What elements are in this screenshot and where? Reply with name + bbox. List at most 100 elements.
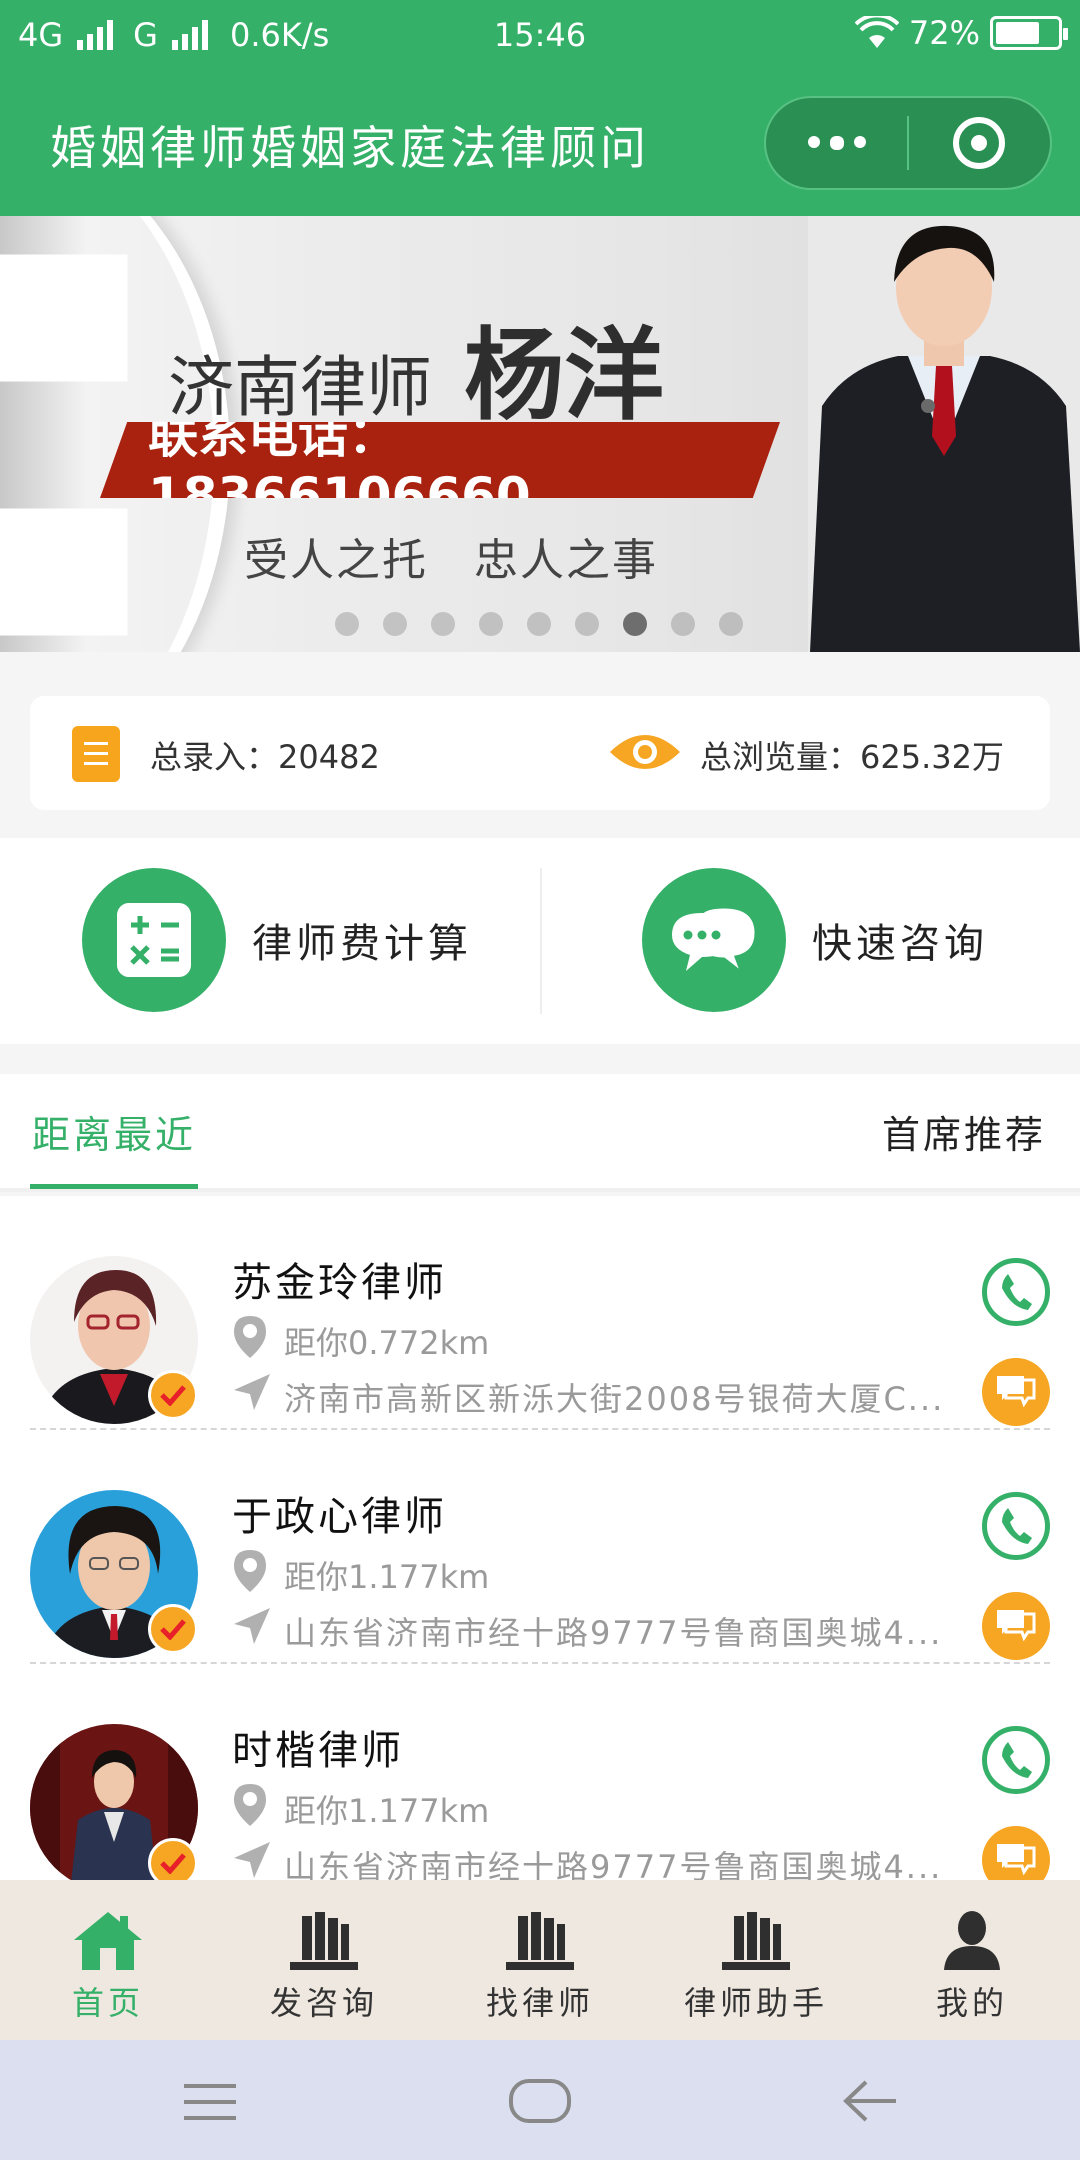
- back-icon[interactable]: [842, 2078, 898, 2124]
- user-icon: [944, 1911, 1000, 1970]
- battery-fill: [996, 22, 1040, 44]
- navigation-arrow-icon: [234, 1374, 270, 1410]
- nav-assistant[interactable]: 律师助手: [648, 1880, 864, 2040]
- lawyer-name: 苏金玲律师: [232, 1260, 447, 1306]
- nav-home-label: 首页: [71, 1984, 144, 2022]
- stats-card: 总录入：20482 总浏览量：625.32万: [30, 696, 1050, 810]
- lawyer-distance: 距你0.772km: [284, 1324, 490, 1362]
- banner-phone: 联系电话：18366106660: [100, 422, 780, 498]
- wifi-icon: [854, 16, 899, 48]
- lawyer-card[interactable]: 苏金玲律师 距你0.772km 济南市高新区新泺大街2008号银荷大厦C...: [0, 1196, 1080, 1430]
- chat-icon: [997, 1844, 1036, 1876]
- chat-icon: [997, 1376, 1036, 1408]
- lawyer-card[interactable]: 时楷律师 距你1.177km 山东省济南市经十路9777号鲁商国奥城4...: [0, 1664, 1080, 1880]
- nav-home[interactable]: 首页: [0, 1880, 216, 2040]
- lawyer-name: 时楷律师: [232, 1728, 404, 1774]
- phone-icon: [1002, 1508, 1032, 1544]
- banner-dot[interactable]: [719, 612, 743, 636]
- call-button[interactable]: [982, 1492, 1050, 1560]
- verified-badge-icon: [148, 1604, 198, 1654]
- call-button[interactable]: [982, 1258, 1050, 1326]
- page-title: 婚姻律师婚姻家庭法律顾问: [50, 121, 650, 175]
- verified-badge-icon: [148, 1838, 198, 1880]
- quick-consult-label: 快速咨询: [812, 921, 988, 967]
- nav-consult[interactable]: 发咨询: [216, 1880, 432, 2040]
- tab-indicator: [30, 1184, 198, 1189]
- message-button[interactable]: [982, 1826, 1050, 1880]
- banner-dot[interactable]: [335, 612, 359, 636]
- nav-consult-label: 发咨询: [269, 1984, 378, 2022]
- bottom-tab-bar: 首页 发咨询 找律师 律师助手 我的: [0, 1880, 1080, 2040]
- calculator-icon: [82, 868, 226, 1012]
- quick-actions-divider: [540, 868, 542, 1014]
- nav-assistant-label: 律师助手: [683, 1984, 828, 2022]
- close-miniapp-button[interactable]: [909, 98, 1050, 188]
- navigation-arrow-icon: [234, 1842, 270, 1878]
- navigation-arrow-icon: [234, 1608, 270, 1644]
- location-pin-icon: [234, 1316, 266, 1358]
- lawyer-distance: 距你1.177km: [284, 1792, 490, 1830]
- banner-dot[interactable]: [431, 612, 455, 636]
- books-icon: [290, 1912, 358, 1970]
- banner-pagination[interactable]: [335, 612, 743, 636]
- lawyer-portrait: [808, 216, 1080, 652]
- fee-calculator-label: 律师费计算: [252, 921, 472, 967]
- lawyer-address: 山东省济南市经十路9777号鲁商国奥城4...: [284, 1614, 943, 1652]
- lawyer-tabs: 距离最近 首席推荐: [0, 1074, 1080, 1192]
- eye-icon: [610, 735, 680, 769]
- document-icon: [72, 726, 120, 782]
- banner-dot[interactable]: [383, 612, 407, 636]
- home-icon: [74, 1912, 142, 1970]
- total-entries: 总录入：20482: [150, 738, 380, 776]
- message-button[interactable]: [982, 1358, 1050, 1426]
- system-navigation-bar: [0, 2040, 1080, 2160]
- books-icon: [722, 1912, 790, 1970]
- more-button[interactable]: [766, 98, 907, 188]
- menu-icon[interactable]: [182, 2082, 238, 2122]
- status-bar: 4G G 0.6K/s 15:46 72%: [0, 0, 1080, 70]
- more-dots-icon: [807, 136, 866, 150]
- quick-actions: 律师费计算 快速咨询: [0, 838, 1080, 1044]
- books-icon: [506, 1912, 574, 1970]
- banner-title: 济南律师 杨洋: [168, 294, 664, 439]
- fee-calculator-button[interactable]: 律师费计算: [82, 868, 472, 1012]
- banner-dot[interactable]: [527, 612, 551, 636]
- lawyer-list: 苏金玲律师 距你0.772km 济南市高新区新泺大街2008号银荷大厦C...: [0, 1196, 1080, 1880]
- call-button[interactable]: [982, 1726, 1050, 1794]
- location-pin-icon: [234, 1784, 266, 1826]
- verified-badge-icon: [148, 1370, 198, 1420]
- banner-dot[interactable]: [623, 612, 647, 636]
- lawyer-address: 山东省济南市经十路9777号鲁商国奥城4...: [284, 1848, 943, 1880]
- promo-banner[interactable]: 济南律师 杨洋 联系电话：18366106660 受人之托 忠人之事: [0, 216, 1080, 652]
- nav-profile-label: 我的: [935, 1984, 1008, 2022]
- lawyer-distance: 距你1.177km: [284, 1558, 490, 1596]
- nav-find-lawyer[interactable]: 找律师: [432, 1880, 648, 2040]
- banner-city-title: 济南律师: [168, 349, 432, 426]
- phone-icon: [1002, 1742, 1032, 1778]
- banner-dot[interactable]: [671, 612, 695, 636]
- target-circle-icon: [953, 117, 1006, 169]
- lawyer-name: 于政心律师: [232, 1494, 447, 1540]
- home-button-icon[interactable]: [508, 2076, 572, 2126]
- status-right: 72%: [854, 14, 1068, 52]
- nav-find-lawyer-label: 找律师: [485, 1984, 594, 2022]
- lawyer-card[interactable]: 于政心律师 距你1.177km 山东省济南市经十路9777号鲁商国奥城4...: [0, 1430, 1080, 1664]
- phone-icon: [1002, 1274, 1032, 1310]
- quick-consult-button[interactable]: 快速咨询: [642, 868, 988, 1012]
- tab-nearest[interactable]: 距离最近: [32, 1104, 196, 1159]
- app-header: 4G G 0.6K/s 15:46 72% 婚姻律师婚姻家庭法律顾问: [0, 0, 1080, 216]
- tab-recommended[interactable]: 首席推荐: [882, 1104, 1046, 1159]
- message-button[interactable]: [982, 1592, 1050, 1660]
- chat-icon: [997, 1610, 1036, 1642]
- location-pin-icon: [234, 1550, 266, 1592]
- battery-percent: 72%: [908, 14, 980, 52]
- banner-slogan: 受人之托 忠人之事: [244, 535, 658, 586]
- banner-lawyer-name: 杨洋: [464, 316, 664, 434]
- chat-bubbles-icon: [642, 868, 786, 1012]
- total-views: 总浏览量：625.32万: [700, 738, 1004, 776]
- lawyer-address: 济南市高新区新泺大街2008号银荷大厦C...: [284, 1380, 945, 1418]
- battery-icon: [990, 16, 1068, 50]
- banner-dot[interactable]: [575, 612, 599, 636]
- banner-dot[interactable]: [479, 612, 503, 636]
- nav-profile[interactable]: 我的: [864, 1880, 1080, 2040]
